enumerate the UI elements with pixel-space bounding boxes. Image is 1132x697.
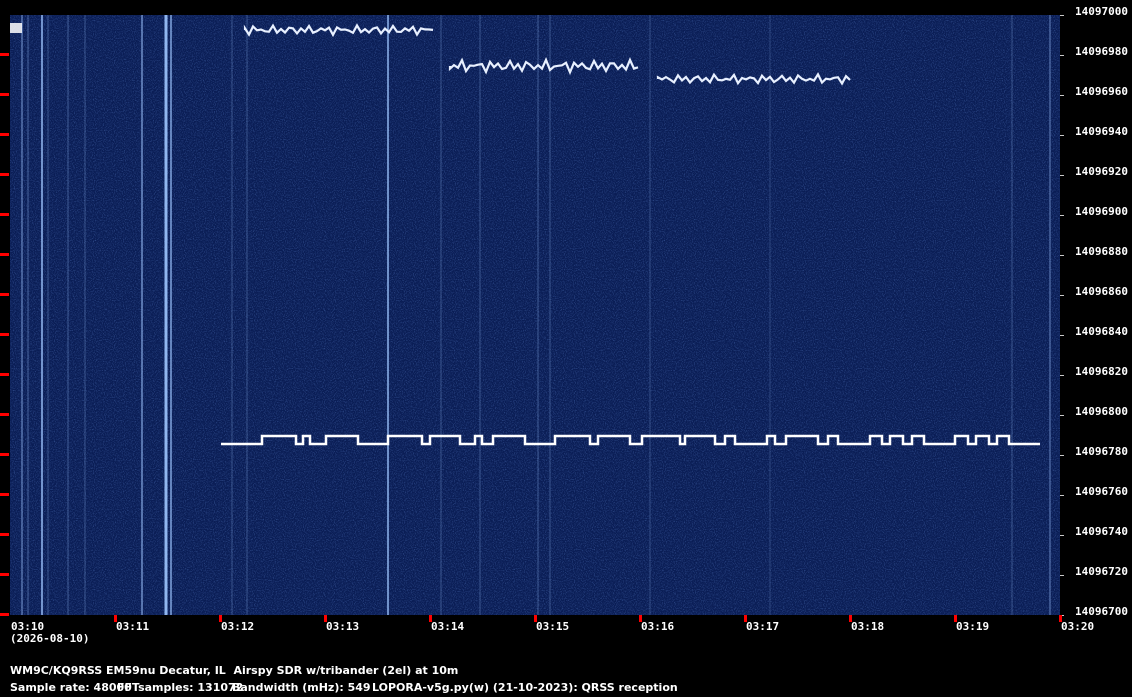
frequency-label: 14096840 — [1075, 325, 1128, 338]
frequency-label: 14096960 — [1075, 85, 1128, 98]
time-label: 03:13 — [326, 620, 360, 633]
time-label: 03:16 — [641, 620, 675, 633]
frequency-tick — [0, 613, 9, 616]
frequency-tick — [0, 413, 9, 416]
station-info: WM9C/KQ9RSS EM59nu Decatur, IL Airspy SD… — [10, 664, 459, 677]
frequency-label: 14096800 — [1075, 405, 1128, 418]
frequency-tick-right — [1060, 575, 1064, 576]
frequency-tick — [0, 173, 9, 176]
sample-rate-info: Sample rate: 48000 — [10, 681, 132, 694]
frequency-tick — [0, 93, 9, 96]
software-info: LOPORA-v5g.py(w) (21-10-2023): QRSS rece… — [372, 681, 678, 694]
time-label: 03:20 — [1061, 620, 1095, 633]
frequency-tick-right — [1060, 335, 1064, 336]
frequency-tick — [0, 573, 9, 576]
date-label: (2026-08-10) — [10, 632, 90, 645]
frequency-label: 14096940 — [1075, 125, 1128, 138]
frequency-tick-right — [1060, 455, 1064, 456]
frequency-tick-right — [1060, 295, 1064, 296]
frequency-tick-right — [1060, 495, 1064, 496]
frequency-label: 14096980 — [1075, 45, 1128, 58]
time-label: 03:17 — [746, 620, 780, 633]
time-label: 03:12 — [221, 620, 255, 633]
frequency-tick — [0, 493, 9, 496]
bandwidth-info: Bandwidth (mHz): 549 — [232, 681, 371, 694]
time-label: 03:15 — [536, 620, 570, 633]
frequency-label: 14096780 — [1075, 445, 1128, 458]
frequency-tick-right — [1060, 55, 1064, 56]
frequency-tick-right — [1060, 175, 1064, 176]
waterfall-display — [10, 15, 1060, 615]
waterfall-graphic — [10, 15, 1060, 615]
frequency-label: 14096720 — [1075, 565, 1128, 578]
frequency-tick — [0, 253, 9, 256]
frequency-label: 14096860 — [1075, 285, 1128, 298]
time-label: 03:11 — [116, 620, 150, 633]
frequency-tick-right — [1060, 135, 1064, 136]
frequency-tick-right — [1060, 215, 1064, 216]
frequency-label: 14096820 — [1075, 365, 1128, 378]
frequency-tick-right — [1060, 415, 1064, 416]
frequency-tick-right — [1060, 255, 1064, 256]
frequency-tick-right — [1060, 375, 1064, 376]
time-label: 03:14 — [431, 620, 465, 633]
frequency-tick — [0, 533, 9, 536]
signal-blip — [10, 23, 22, 33]
fft-samples-info: FFTsamples: 131072 — [117, 681, 244, 694]
frequency-tick — [0, 133, 9, 136]
frequency-label: 14096920 — [1075, 165, 1128, 178]
time-label: 03:18 — [851, 620, 885, 633]
frequency-label: 14096760 — [1075, 485, 1128, 498]
frequency-tick — [0, 333, 9, 336]
frequency-tick — [0, 213, 9, 216]
frequency-tick — [0, 453, 9, 456]
frequency-label: 14097000 — [1075, 5, 1128, 18]
frequency-label: 14096700 — [1075, 605, 1128, 618]
time-label: 03:19 — [956, 620, 990, 633]
frequency-tick — [0, 53, 9, 56]
frequency-tick-right — [1060, 15, 1064, 16]
frequency-tick — [0, 293, 9, 296]
frequency-tick-right — [1060, 535, 1064, 536]
frequency-tick-right — [1060, 95, 1064, 96]
frequency-label: 14096740 — [1075, 525, 1128, 538]
frequency-label: 14096900 — [1075, 205, 1128, 218]
frequency-tick — [0, 373, 9, 376]
frequency-label: 14096880 — [1075, 245, 1128, 258]
